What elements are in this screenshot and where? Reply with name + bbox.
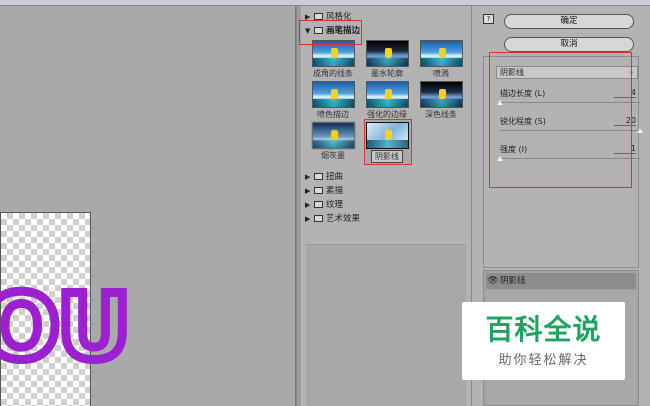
thumb-dark-strokes[interactable]: 深色线条: [414, 81, 468, 120]
param-stroke-length: 描边长度 (L) 4: [497, 88, 640, 108]
category-distort[interactable]: ▶ 扭曲: [302, 170, 465, 184]
thumbnail-image: [365, 81, 409, 108]
thumbnail-grid: 成角的线条 墨水轮廓 喷溅 喷色描边 强化的边缘 深色线条 烟灰墨 阴影线: [302, 38, 465, 170]
strength-input[interactable]: 1: [614, 144, 636, 154]
preview-pane[interactable]: OU: [0, 6, 296, 406]
thumbnail-image: [365, 40, 409, 67]
thumbnail-image: [311, 40, 355, 67]
sharpness-input[interactable]: 20: [614, 116, 636, 126]
filter-params: 阴影线 ⌵ 描边长度 (L) 4 锐化程度 (S) 20 强度 (I) 1: [483, 56, 643, 268]
param-strength: 强度 (I) 1: [497, 144, 640, 164]
watermark-subtitle: 助你轻松解决: [498, 353, 589, 368]
slider-knob[interactable]: [497, 156, 503, 161]
thumb-crosshatch[interactable]: 阴影线: [360, 119, 414, 166]
slider-knob[interactable]: [637, 128, 643, 133]
folder-icon: [314, 13, 323, 20]
expand-arrow-icon: ▶: [305, 215, 311, 223]
thumbnail-image: [419, 40, 463, 67]
watermark-title: 百科全说: [485, 313, 602, 346]
thumb-spatter[interactable]: 喷溅: [414, 40, 468, 79]
thumb-ink-outlines[interactable]: 墨水轮廓: [360, 40, 414, 79]
category-artistic[interactable]: ▶ 艺术效果: [302, 212, 465, 226]
gallery-empty-area: [306, 244, 466, 406]
folder-icon: [314, 187, 323, 194]
strength-slider[interactable]: [500, 158, 640, 159]
param-sharpness: 锐化程度 (S) 20: [500, 116, 643, 136]
thumb-sprayed-strokes[interactable]: 喷色描边: [306, 81, 360, 120]
folder-icon: [314, 201, 323, 208]
category-stylize[interactable]: ▶ 风格化: [302, 10, 465, 24]
eye-icon[interactable]: 👁: [486, 273, 500, 289]
help-icon[interactable]: ?: [483, 14, 494, 24]
filter-gallery: ▶ 风格化 ▼ 画笔描边 成角的线条 墨水轮廓 喷溅 喷色描边 强化的边缘 深色…: [302, 6, 472, 406]
slider-knob[interactable]: [497, 100, 503, 105]
chevron-down-icon: ⌵: [628, 68, 634, 76]
stroke-length-input[interactable]: 4: [614, 88, 636, 98]
expand-arrow-icon: ▶: [305, 187, 311, 195]
thumbnail-image: [419, 81, 463, 108]
watermark: 百科全说 助你轻松解决: [462, 302, 625, 380]
thumbnail-image: [311, 81, 355, 108]
category-brush-strokes[interactable]: ▼ 画笔描边: [302, 24, 465, 38]
thumb-accented-edges[interactable]: 强化的边缘: [360, 81, 414, 120]
ok-button[interactable]: 确定: [504, 14, 634, 29]
thumbnail-image: [365, 122, 409, 149]
category-sketch[interactable]: ▶ 素描: [302, 184, 465, 198]
expand-arrow-icon: ▶: [305, 173, 311, 181]
sharpness-slider[interactable]: [500, 130, 640, 131]
folder-icon: [314, 215, 323, 222]
thumb-sumi-e[interactable]: 烟灰墨: [306, 122, 360, 166]
thumb-angled-strokes[interactable]: 成角的线条: [306, 40, 360, 79]
folder-open-icon: [314, 27, 323, 34]
category-texture[interactable]: ▶ 纹理: [302, 198, 465, 212]
cancel-button[interactable]: 取消: [504, 37, 634, 52]
canvas-text: OU: [0, 275, 135, 380]
expand-arrow-icon: ▶: [305, 201, 311, 209]
folder-icon: [314, 173, 323, 180]
effect-layer-row[interactable]: 👁阴影线: [486, 273, 636, 289]
collapse-arrow-icon: ▼: [305, 27, 311, 35]
stroke-length-slider[interactable]: [500, 102, 640, 103]
thumbnail-image: [311, 122, 355, 149]
filter-select[interactable]: 阴影线 ⌵: [496, 66, 638, 79]
preview-canvas[interactable]: OU: [0, 212, 135, 406]
expand-arrow-icon: ▶: [305, 13, 311, 21]
